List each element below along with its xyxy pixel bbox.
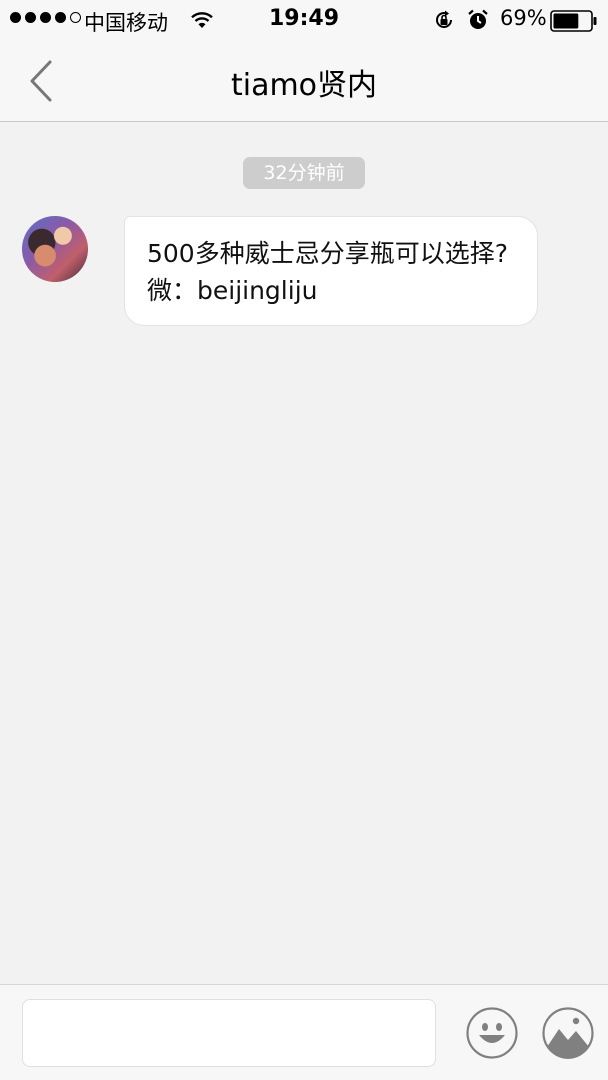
status-bar: 中国移动 19:49 69% [0, 0, 608, 40]
battery-percent: 69% [500, 6, 547, 30]
chat-screen: 中国移动 19:49 69% tiamo贤内 32分钟前 500多种威士忌分享瓶… [0, 0, 608, 1080]
input-bar [0, 984, 608, 1080]
avatar[interactable] [22, 216, 88, 282]
rotation-lock-icon [436, 10, 452, 28]
battery-icon [550, 10, 597, 32]
image-icon [542, 1007, 594, 1059]
message-bubble[interactable]: 500多种威士忌分享瓶可以选择?微：beijingliju [124, 216, 538, 326]
nav-bar: tiamo贤内 [0, 40, 608, 122]
smiley-icon [466, 1007, 518, 1059]
message-list[interactable]: 32分钟前 500多种威士忌分享瓶可以选择?微：beijingliju [0, 122, 608, 984]
message-timestamp: 32分钟前 [243, 157, 365, 189]
page-title: tiamo贤内 [230, 68, 378, 103]
emoji-button[interactable] [466, 1007, 518, 1059]
image-button[interactable] [542, 1007, 594, 1059]
message-input[interactable] [22, 999, 436, 1067]
alarm-icon [468, 9, 488, 29]
